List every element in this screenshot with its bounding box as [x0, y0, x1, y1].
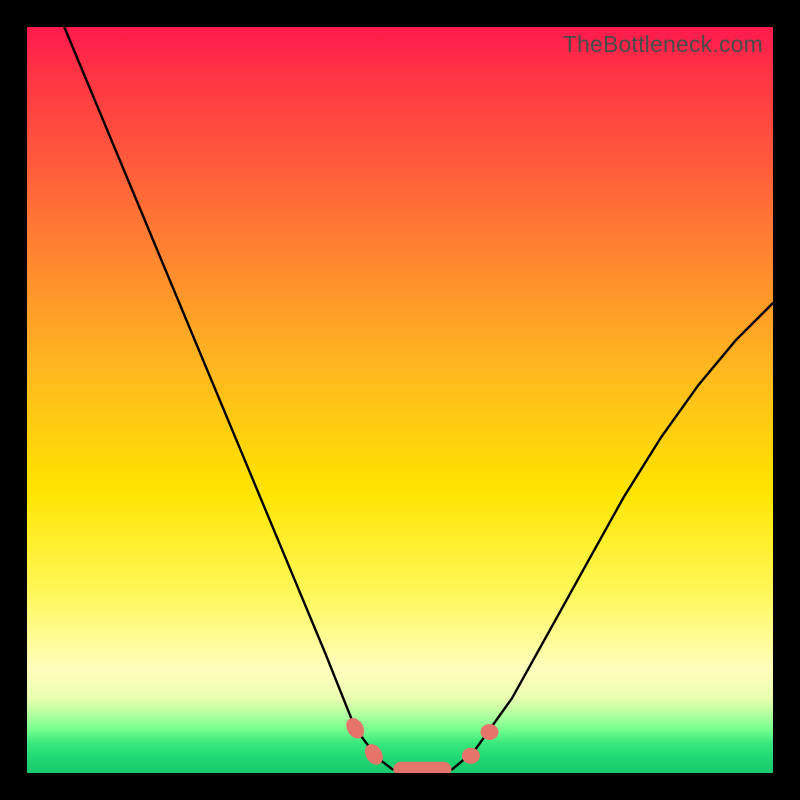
- curve-left: [64, 27, 392, 769]
- marker-left-lower: [361, 741, 386, 768]
- marker-right-upper: [481, 724, 499, 740]
- chart-plot-area: TheBottleneck.com: [27, 27, 773, 773]
- marker-left-upper: [343, 715, 368, 742]
- curve-right: [452, 303, 773, 769]
- marker-bottom-flat: [393, 762, 451, 773]
- chart-svg: [27, 27, 773, 773]
- watermark-text: TheBottleneck.com: [563, 31, 763, 58]
- marker-right-lower: [462, 748, 480, 764]
